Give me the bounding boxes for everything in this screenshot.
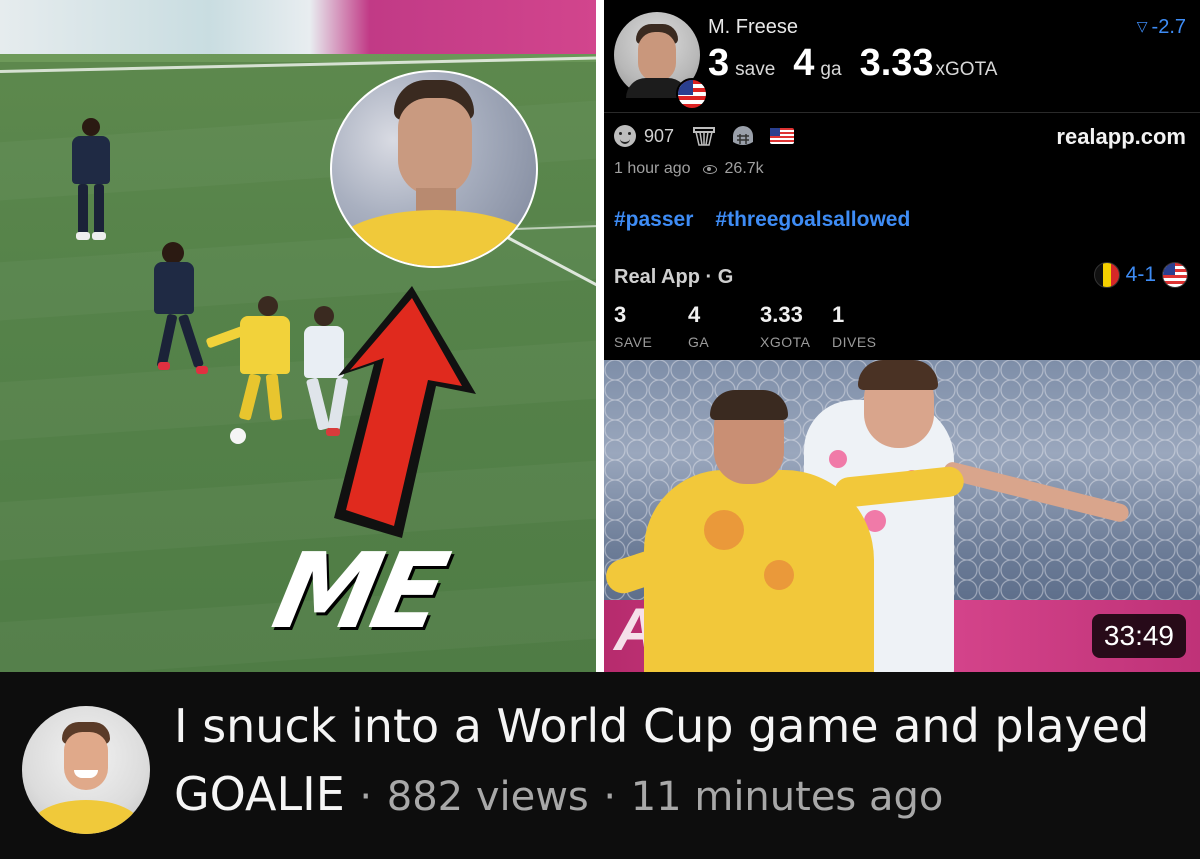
- reaction-count: 907: [644, 125, 675, 146]
- post-meta: 1 hour ago 26.7k: [614, 160, 764, 178]
- hashtag-link[interactable]: #passer: [614, 208, 693, 232]
- smiley-icon[interactable]: [614, 125, 636, 147]
- ga-value: 4: [793, 42, 815, 84]
- panel-divider: [596, 0, 604, 672]
- saves-unit: save: [735, 59, 776, 80]
- stat-card[interactable]: M. Freese ▽ -2.7 3 save 4 ga 3.33 xGOTA 9…: [604, 0, 1200, 672]
- me-caption: ME: [263, 530, 453, 652]
- trend-down-icon: ▽: [1136, 18, 1148, 34]
- player-avatar[interactable]: [614, 12, 708, 110]
- view-count: 26.7k: [724, 160, 764, 177]
- eye-icon: [702, 164, 717, 174]
- stat-dives: 1 DIVES: [832, 302, 877, 350]
- player-portrait-inset: [330, 70, 538, 268]
- goalie-mask-icon: [733, 126, 754, 145]
- app-label: Real App · G: [614, 266, 734, 288]
- ball: [230, 428, 246, 444]
- xgota-value: 3.33: [859, 42, 934, 84]
- player-dark-kit-back: [66, 118, 118, 248]
- goalkeeper-yellow-kit: [205, 296, 306, 426]
- rating-delta: ▽ -2.7: [1136, 16, 1186, 38]
- stat-save: 3 SAVE: [614, 302, 653, 350]
- posted-time: 1 hour ago: [614, 160, 691, 177]
- video-info-bar: I snuck into a World Cup game and played…: [0, 672, 1200, 859]
- site-link[interactable]: realapp.com: [1056, 124, 1186, 150]
- title-separator: ·: [359, 774, 373, 820]
- field-thumbnail[interactable]: ME: [0, 0, 596, 672]
- us-flag-icon: [676, 78, 708, 110]
- view-count: 882 views: [386, 774, 589, 820]
- hashtags: #passer #threegoalsallowed: [614, 208, 910, 232]
- upload-age: 11 minutes ago: [630, 774, 944, 820]
- hashtag-link[interactable]: #threegoalsallowed: [715, 208, 910, 232]
- channel-avatar[interactable]: [22, 706, 150, 834]
- us-flag-icon: [1162, 262, 1188, 288]
- player-name[interactable]: M. Freese: [708, 16, 798, 39]
- match-score[interactable]: 4-1: [1093, 262, 1188, 288]
- divider-line: [604, 112, 1200, 113]
- stats-grid: 3 SAVE 4 GA 3.33 XGOTA 1 DIVES: [614, 302, 904, 350]
- stat-ga: 4 GA: [688, 302, 710, 350]
- saves-value: 3: [708, 42, 730, 84]
- score-text: 4-1: [1125, 263, 1156, 286]
- action-photo[interactable]: AVA 33:49: [604, 360, 1200, 672]
- stadium-stands: [0, 0, 596, 62]
- ga-unit: ga: [820, 59, 842, 80]
- video-duration: 33:49: [1091, 614, 1186, 658]
- us-flag-icon: [770, 128, 795, 144]
- goal-net-icon: [693, 127, 716, 146]
- headline-stats: 3 save 4 ga 3.33 xGOTA: [708, 42, 1015, 85]
- xgota-unit: xGOTA: [935, 59, 998, 80]
- reaction-row: 907: [614, 124, 795, 148]
- player-dark-kit-front: [150, 242, 214, 378]
- red-arrow-icon: [334, 286, 476, 538]
- video-title-block[interactable]: I snuck into a World Cup game and played…: [174, 692, 1184, 831]
- stat-xgota: 3.33 XGOTA: [760, 302, 811, 350]
- belgium-flag-icon: [1093, 262, 1120, 288]
- title-separator: ·: [603, 774, 617, 820]
